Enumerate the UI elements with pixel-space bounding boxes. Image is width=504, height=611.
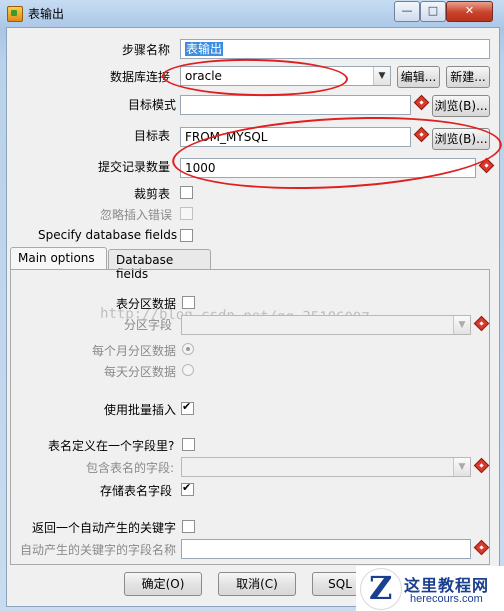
target-table-input[interactable]: FROM_MYSQL <box>180 127 411 147</box>
maximize-button[interactable]: □ <box>420 1 446 22</box>
store-table-name-checkbox[interactable] <box>181 481 194 496</box>
tab-database-fields[interactable]: Database fields <box>108 249 211 281</box>
ignore-errors-label: 忽略插入错误 <box>100 208 173 222</box>
chevron-down-icon[interactable]: ▼ <box>453 316 470 334</box>
close-button[interactable]: ✕ <box>446 1 493 22</box>
return-key-checkbox[interactable] <box>182 520 195 533</box>
truncate-label: 裁剪表 <box>134 187 171 201</box>
table-name-field-label: 包含表名的字段: <box>86 461 175 475</box>
target-schema-input[interactable] <box>180 95 411 115</box>
connection-label: 数据库连接 <box>110 70 171 84</box>
specify-fields-checkbox[interactable] <box>180 229 193 242</box>
table-in-field-label: 表名定义在一个字段里? <box>48 439 175 453</box>
commit-size-label: 提交记录数量 <box>98 160 171 174</box>
auto-key-field-input[interactable] <box>181 539 471 559</box>
store-table-name-label: 存储表名字段 <box>100 484 173 498</box>
partition-monthly-label: 每个月分区数据 <box>92 344 177 358</box>
target-table-label: 目标表 <box>134 129 171 143</box>
edit-connection-button[interactable]: 编辑... <box>397 66 440 88</box>
partition-checkbox[interactable] <box>182 296 195 309</box>
new-connection-button[interactable]: 新建... <box>446 66 490 88</box>
auto-key-field-label: 自动产生的关键字的字段名称 <box>20 543 177 557</box>
logo-mark: Z <box>369 569 393 607</box>
logo-url: herecours.com <box>410 593 483 605</box>
step-name-value: 表输出 <box>185 42 224 56</box>
batch-insert-label: 使用批量插入 <box>104 403 177 417</box>
connection-select[interactable]: oracle ▼ <box>180 66 391 86</box>
ignore-errors-checkbox[interactable] <box>180 207 193 220</box>
ok-button[interactable]: 确定(O) <box>124 572 202 596</box>
return-key-label: 返回一个自动产生的关键字 <box>32 521 177 535</box>
browse-table-button[interactable]: 浏览(B)... <box>432 128 490 150</box>
table-name-field-select[interactable]: ▼ <box>181 457 471 477</box>
browse-schema-button[interactable]: 浏览(B)... <box>432 95 490 117</box>
step-name-label: 步骤名称 <box>122 43 171 57</box>
table-in-field-checkbox[interactable] <box>182 438 195 451</box>
title-bar[interactable]: 表输出 — □ ✕ <box>0 0 504 26</box>
tab-main-options[interactable]: Main options <box>10 247 107 269</box>
chevron-down-icon[interactable]: ▼ <box>453 458 470 476</box>
partition-monthly-radio[interactable] <box>182 343 194 355</box>
connection-value: oracle <box>185 69 222 83</box>
partition-field-select[interactable]: ▼ <box>181 315 471 335</box>
specify-fields-label: Specify database fields <box>38 228 178 242</box>
step-name-input[interactable]: 表输出 <box>180 39 490 59</box>
minimize-button[interactable]: — <box>394 1 420 22</box>
partition-daily-label: 每天分区数据 <box>104 365 177 379</box>
partition-daily-radio[interactable] <box>182 364 194 376</box>
site-logo: Z <box>360 568 402 610</box>
commit-size-input[interactable]: 1000 <box>180 158 476 178</box>
batch-insert-checkbox[interactable] <box>181 400 194 415</box>
app-icon <box>7 6 23 22</box>
target-schema-label: 目标模式 <box>128 98 177 112</box>
cancel-button[interactable]: 取消(C) <box>218 572 296 596</box>
truncate-checkbox[interactable] <box>180 186 193 199</box>
partition-label: 表分区数据 <box>116 297 177 311</box>
partition-field-label: 分区字段 <box>124 318 173 332</box>
chevron-down-icon[interactable]: ▼ <box>373 67 390 85</box>
window-title: 表输出 <box>28 7 65 21</box>
